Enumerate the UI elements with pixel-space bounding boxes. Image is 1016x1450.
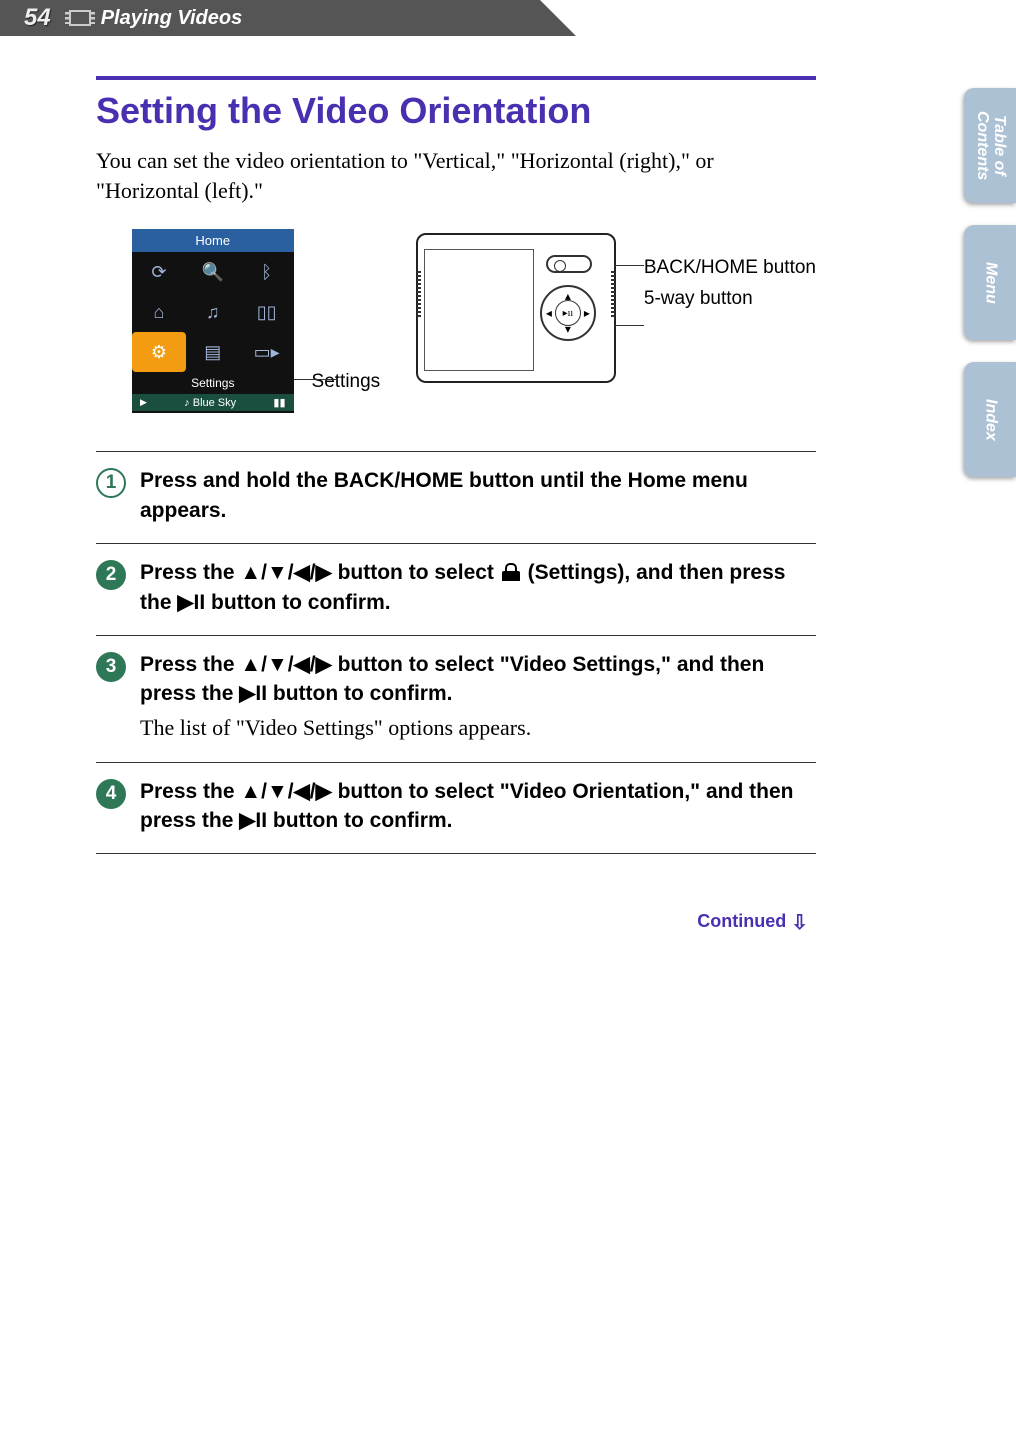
home-menu-title: Home — [132, 229, 294, 252]
music-icon: ♪ — [184, 397, 190, 409]
play-indicator-icon: ▶ — [140, 397, 147, 408]
device-figure: ▴ ▾ ◂ ▸ ▸ıı — [416, 233, 616, 383]
step-separator — [96, 762, 816, 763]
back-home-label: BACK/HOME button — [644, 253, 816, 283]
continued-indicator: Continued ⇩ — [96, 910, 808, 935]
home-menu-item-bluetooth-icon: ᛒ — [240, 252, 294, 292]
home-menu-item-music-icon: ♫ — [186, 292, 240, 332]
device-screen — [424, 249, 534, 371]
step-3-text: Press the ▲/▼/◀/▶ button to select "Vide… — [140, 650, 816, 709]
five-way-button-icon: ▴ ▾ ◂ ▸ ▸ıı — [540, 285, 596, 341]
step-number-2: 2 — [96, 560, 126, 590]
title-rule — [96, 76, 816, 80]
step-2: 2 Press the ▲/▼/◀/▶ button to select (Se… — [96, 558, 816, 617]
tab-label: Menu — [982, 262, 999, 304]
step-number-3: 3 — [96, 652, 126, 682]
home-menu-item-search-icon: 🔍 — [186, 252, 240, 292]
home-menu-item-video-icon: ▯▯ — [240, 292, 294, 332]
header-section-title: Playing Videos — [101, 7, 243, 30]
tab-label: Index — [982, 399, 999, 441]
step-1: 1 Press and hold the BACK/HOME button un… — [96, 466, 816, 525]
step-separator — [96, 543, 816, 544]
figures-row: Home ⟳ 🔍 ᛒ ⌂ ♫ ▯▯ ⚙ ▤ ▭▸ Settings ▶ ♪ Bl… — [96, 229, 816, 413]
settings-callout-label: Settings — [312, 371, 381, 393]
step-1-text: Press and hold the BACK/HOME button unti… — [140, 466, 816, 525]
step-number-1: 1 — [96, 468, 126, 498]
side-tabs: Table ofContents Menu Index — [964, 88, 1016, 499]
home-menu-item-photo-icon: ⌂ — [132, 292, 186, 332]
now-playing-track: Blue Sky — [193, 397, 236, 409]
home-menu-item-now-playing-icon: ▭▸ — [240, 332, 294, 372]
step-number-4: 4 — [96, 779, 126, 809]
step-2-text: Press the ▲/▼/◀/▶ button to select (Sett… — [140, 558, 816, 617]
home-menu-now-playing-bar: ▶ ♪ Blue Sky ▮▮ — [132, 394, 294, 411]
page-title: Setting the Video Orientation — [96, 90, 816, 132]
callout-leader — [294, 379, 336, 380]
tab-table-of-contents[interactable]: Table ofContents — [964, 88, 1016, 203]
home-menu-figure: Home ⟳ 🔍 ᛒ ⌂ ♫ ▯▯ ⚙ ▤ ▭▸ Settings ▶ ♪ Bl… — [132, 229, 294, 413]
device-callout-labels: BACK/HOME button 5-way button — [644, 253, 816, 314]
intro-paragraph: You can set the video orientation to "Ve… — [96, 146, 816, 205]
five-way-label: 5-way button — [644, 284, 816, 314]
back-home-button-icon — [546, 255, 592, 273]
battery-icon: ▮▮ — [273, 396, 285, 409]
video-section-icon — [69, 10, 91, 26]
home-menu-item-settings-icon: ⚙ — [132, 332, 186, 372]
settings-icon — [500, 563, 522, 581]
header-bar: 54 Playing Videos — [0, 0, 540, 36]
home-menu-item-playlists-icon: ▤ — [186, 332, 240, 372]
step-3: 3 Press the ▲/▼/◀/▶ button to select "Vi… — [96, 650, 816, 744]
device-buttons: ▴ ▾ ◂ ▸ ▸ıı — [532, 249, 606, 371]
tab-menu[interactable]: Menu — [964, 225, 1016, 340]
tab-index[interactable]: Index — [964, 362, 1016, 477]
step-3-note: The list of "Video Settings" options app… — [140, 713, 816, 744]
content-area: Setting the Video Orientation You can se… — [96, 76, 816, 935]
step-separator — [96, 451, 816, 452]
home-menu-item-intelligent-shuffle-icon: ⟳ — [132, 252, 186, 292]
continued-arrow-icon: ⇩ — [791, 912, 808, 934]
home-menu-highlight-label: Settings — [132, 372, 294, 394]
step-separator — [96, 853, 816, 854]
step-4: 4 Press the ▲/▼/◀/▶ button to select "Vi… — [96, 777, 816, 836]
step-4-text: Press the ▲/▼/◀/▶ button to select "Vide… — [140, 777, 816, 836]
tab-label: Table ofContents — [973, 111, 1007, 180]
step-separator — [96, 635, 816, 636]
page-number: 54 — [24, 4, 51, 32]
